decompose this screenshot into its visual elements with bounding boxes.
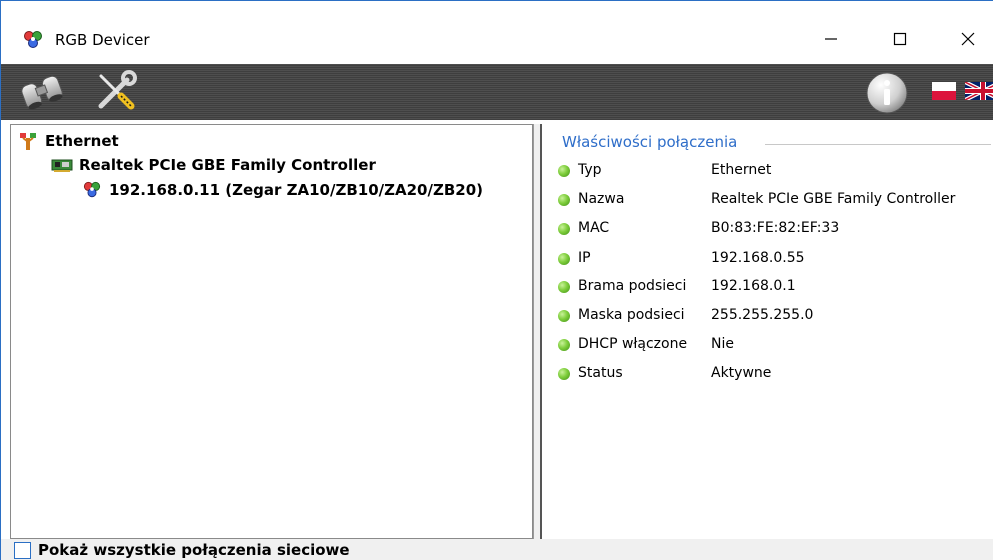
tree-item-ethernet[interactable]: Ethernet [17, 131, 119, 151]
show-all-connections-label[interactable]: Pokaż wszystkie połączenia sieciowe [38, 541, 350, 559]
property-value: Nie [711, 336, 734, 352]
status-dot-icon [558, 281, 570, 293]
property-value: B0:83:FE:82:EF:33 [711, 220, 840, 236]
status-dot-icon [558, 165, 570, 177]
tree-item-label: Ethernet [45, 132, 119, 150]
status-dot-icon [558, 223, 570, 235]
minimize-button[interactable] [808, 19, 854, 59]
window-title: RGB Devicer [55, 31, 150, 49]
pane-splitter[interactable] [533, 124, 540, 539]
info-button[interactable] [863, 69, 911, 117]
footer-bar: Pokaż wszystkie połączenia sieciowe [1, 539, 993, 560]
flag-uk-icon [965, 82, 993, 100]
binoculars-icon [21, 75, 63, 110]
flag-pl-icon [932, 82, 956, 100]
search-devices-button[interactable] [19, 70, 67, 114]
tree-item-label: 192.168.0.11 (Zegar ZA10/ZB10/ZA20/ZB20) [109, 181, 484, 199]
close-button[interactable] [945, 19, 991, 59]
property-name: Status [578, 365, 623, 381]
property-value: Aktywne [711, 365, 772, 381]
language-polish-button[interactable] [931, 81, 957, 101]
maximize-icon [893, 32, 907, 46]
status-dot-icon [558, 194, 570, 206]
show-all-connections-checkbox[interactable] [14, 542, 31, 559]
network-card-icon [51, 155, 73, 175]
language-english-button[interactable] [965, 81, 993, 101]
connections-tree[interactable]: Ethernet Realtek PCIe GBE Family Control… [10, 124, 533, 539]
group-divider [765, 144, 991, 145]
property-value: Realtek PCIe GBE Family Controller [711, 191, 956, 207]
property-name: Typ [578, 162, 602, 178]
app-logo-icon [23, 30, 43, 50]
property-value: 192.168.0.55 [711, 250, 805, 266]
maximize-button[interactable] [877, 19, 923, 59]
property-name: DHCP włączone [578, 336, 688, 352]
tree-item-device[interactable]: 192.168.0.11 (Zegar ZA10/ZB10/ZA20/ZB20) [81, 180, 483, 200]
property-value: 192.168.0.1 [711, 278, 796, 294]
title-bar[interactable]: RGB Devicer [1, 1, 993, 64]
toolbar [1, 64, 993, 120]
info-icon [866, 72, 908, 114]
connection-properties-panel: Właściwości połączenia Typ Ethernet Nazw… [540, 124, 993, 539]
property-name: Maska podsieci [578, 307, 685, 323]
tree-item-adapter[interactable]: Realtek PCIe GBE Family Controller [51, 155, 376, 175]
property-name: MAC [578, 220, 610, 236]
property-value: 255.255.255.0 [711, 307, 814, 323]
network-cable-icon [17, 131, 39, 151]
status-dot-icon [558, 368, 570, 380]
tree-item-label: Realtek PCIe GBE Family Controller [79, 156, 376, 174]
status-dot-icon [558, 253, 570, 265]
app-window: RGB Devicer Ethernet Realtek PCIe GBE Fa… [0, 0, 993, 560]
property-name: IP [578, 250, 591, 266]
minimize-icon [825, 38, 837, 40]
status-dot-icon [558, 310, 570, 322]
settings-button[interactable] [91, 68, 139, 116]
property-value: Ethernet [711, 162, 772, 178]
property-name: Nazwa [578, 191, 625, 207]
status-dot-icon [558, 339, 570, 351]
properties-group-title: Właściwości połączenia [562, 133, 738, 151]
close-icon [961, 32, 975, 46]
rgb-device-icon [81, 180, 103, 200]
tools-icon [98, 70, 137, 110]
property-name: Brama podsieci [578, 278, 687, 294]
